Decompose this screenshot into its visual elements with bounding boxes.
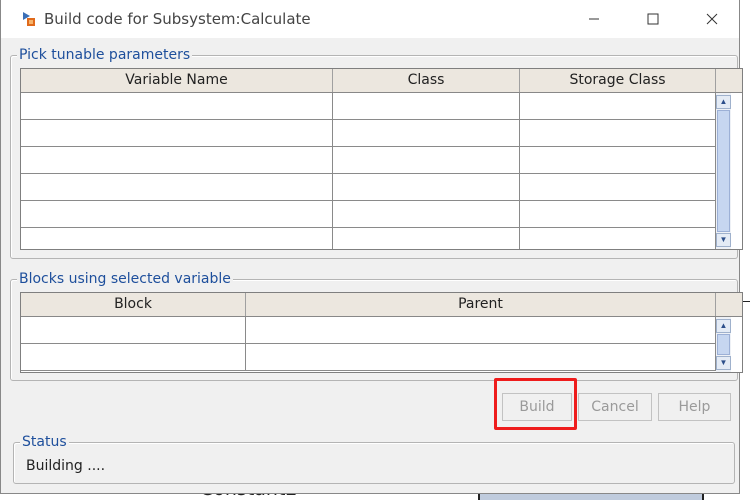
table-row[interactable] (21, 201, 716, 228)
maximize-button[interactable] (630, 0, 676, 38)
build-code-dialog: Build code for Subsystem:Calculate Pick … (0, 0, 743, 494)
blocks-table[interactable]: Block Parent ▲ ▼ (20, 292, 743, 373)
scroll-thumb[interactable] (717, 334, 730, 355)
status-group: Status Building .... (13, 434, 735, 484)
storage-class-cell[interactable] (520, 174, 716, 200)
table-row[interactable] (21, 228, 716, 249)
parent-cell[interactable] (246, 344, 716, 370)
build-button-highlight (494, 378, 577, 430)
parent-cell[interactable] (246, 317, 716, 343)
scroll-down-button[interactable]: ▼ (716, 233, 731, 247)
tunable-parameters-legend: Pick tunable parameters (17, 47, 193, 63)
class-cell[interactable] (333, 201, 520, 227)
table-row[interactable] (21, 317, 716, 344)
scroll-up-button[interactable]: ▲ (716, 319, 731, 333)
status-text: Building .... (26, 458, 106, 474)
scroll-up-button[interactable]: ▲ (716, 95, 731, 109)
variable-name-cell[interactable] (21, 93, 333, 119)
table-row[interactable] (21, 93, 716, 120)
column-header-variable-name[interactable]: Variable Name (21, 69, 333, 92)
column-header-parent[interactable]: Parent (246, 293, 716, 316)
title-bar[interactable]: Build code for Subsystem:Calculate (1, 0, 739, 38)
cancel-button[interactable]: Cancel (578, 393, 652, 421)
scroll-thumb[interactable] (717, 110, 730, 232)
block-cell[interactable] (21, 344, 246, 370)
minimize-button[interactable] (571, 0, 617, 38)
class-cell[interactable] (333, 228, 520, 249)
table-header: Block Parent (21, 293, 742, 317)
variable-name-cell[interactable] (21, 201, 333, 227)
help-button[interactable]: Help (658, 393, 731, 421)
table-row[interactable] (21, 120, 716, 147)
table-header: Variable Name Class Storage Class (21, 69, 742, 93)
minimize-icon (589, 18, 599, 20)
tunable-parameters-table[interactable]: Variable Name Class Storage Class ▲ ▼ (20, 68, 743, 250)
variable-name-cell[interactable] (21, 120, 333, 146)
table-row[interactable] (21, 344, 716, 371)
variable-name-cell[interactable] (21, 228, 333, 249)
tunable-parameters-group: Pick tunable parameters Variable Name Cl… (10, 47, 743, 259)
close-button[interactable] (689, 0, 735, 38)
scroll-down-button[interactable]: ▼ (716, 356, 731, 370)
close-icon (706, 13, 718, 25)
storage-class-cell[interactable] (520, 147, 716, 173)
column-header-block[interactable]: Block (21, 293, 246, 316)
blocks-table-scrollbar[interactable]: ▲ ▼ (716, 317, 731, 372)
column-header-class[interactable]: Class (333, 69, 520, 92)
column-header-storage-class[interactable]: Storage Class (520, 69, 716, 92)
table-row[interactable] (21, 174, 716, 201)
block-cell[interactable] (21, 317, 246, 343)
blocks-legend: Blocks using selected variable (17, 271, 233, 287)
status-legend: Status (20, 434, 69, 450)
class-cell[interactable] (333, 93, 520, 119)
maximize-icon (647, 13, 659, 25)
tunable-table-scrollbar[interactable]: ▲ ▼ (716, 93, 731, 249)
storage-class-cell[interactable] (520, 93, 716, 119)
storage-class-cell[interactable] (520, 228, 716, 249)
simulink-app-icon (23, 12, 35, 26)
variable-name-cell[interactable] (21, 174, 333, 200)
variable-name-cell[interactable] (21, 147, 333, 173)
blocks-group: Blocks using selected variable Block Par… (10, 271, 743, 381)
class-cell[interactable] (333, 174, 520, 200)
window-title: Build code for Subsystem:Calculate (44, 10, 311, 28)
table-row[interactable] (21, 147, 716, 174)
class-cell[interactable] (333, 120, 520, 146)
storage-class-cell[interactable] (520, 201, 716, 227)
class-cell[interactable] (333, 147, 520, 173)
storage-class-cell[interactable] (520, 120, 716, 146)
